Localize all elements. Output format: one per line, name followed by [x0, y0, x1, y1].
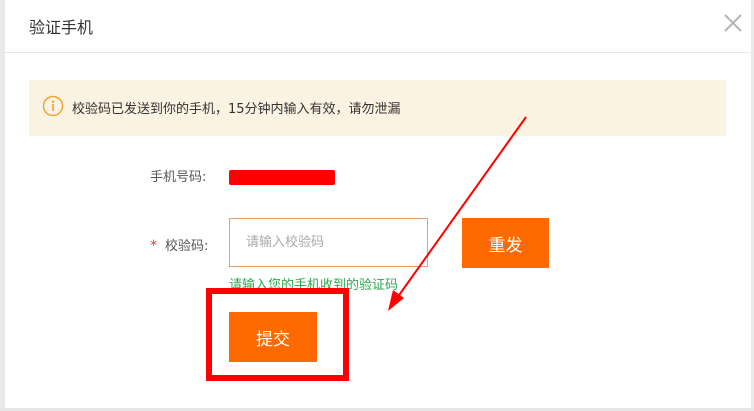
notice-text: 校验码已发送到你的手机，15分钟内输入有效，请勿泄漏: [72, 102, 401, 117]
submit-button[interactable]: 提交: [229, 312, 317, 362]
resend-button[interactable]: 重发: [462, 218, 549, 268]
verification-code-input[interactable]: [229, 218, 428, 267]
hint-text: 请输入您的手机收到的验证码: [229, 278, 399, 293]
phone-number-value-redacted: [229, 170, 335, 185]
left-border: [0, 0, 5, 411]
required-mark: *: [150, 238, 157, 254]
info-icon: [42, 95, 64, 117]
verify-phone-dialog: 验证手机 校验码已发送到你的手机，15分钟内输入有效，请勿泄漏 手机号码: * …: [0, 0, 754, 411]
verification-code-label: 校验码:: [165, 239, 209, 254]
dialog-header: 验证手机: [5, 0, 751, 53]
phone-number-label: 手机号码:: [150, 170, 207, 185]
dialog-title: 验证手机: [29, 18, 94, 37]
annotation-arrow: [388, 116, 527, 311]
close-icon[interactable]: [720, 10, 746, 36]
notice-bar: 校验码已发送到你的手机，15分钟内输入有效，请勿泄漏: [29, 80, 726, 136]
